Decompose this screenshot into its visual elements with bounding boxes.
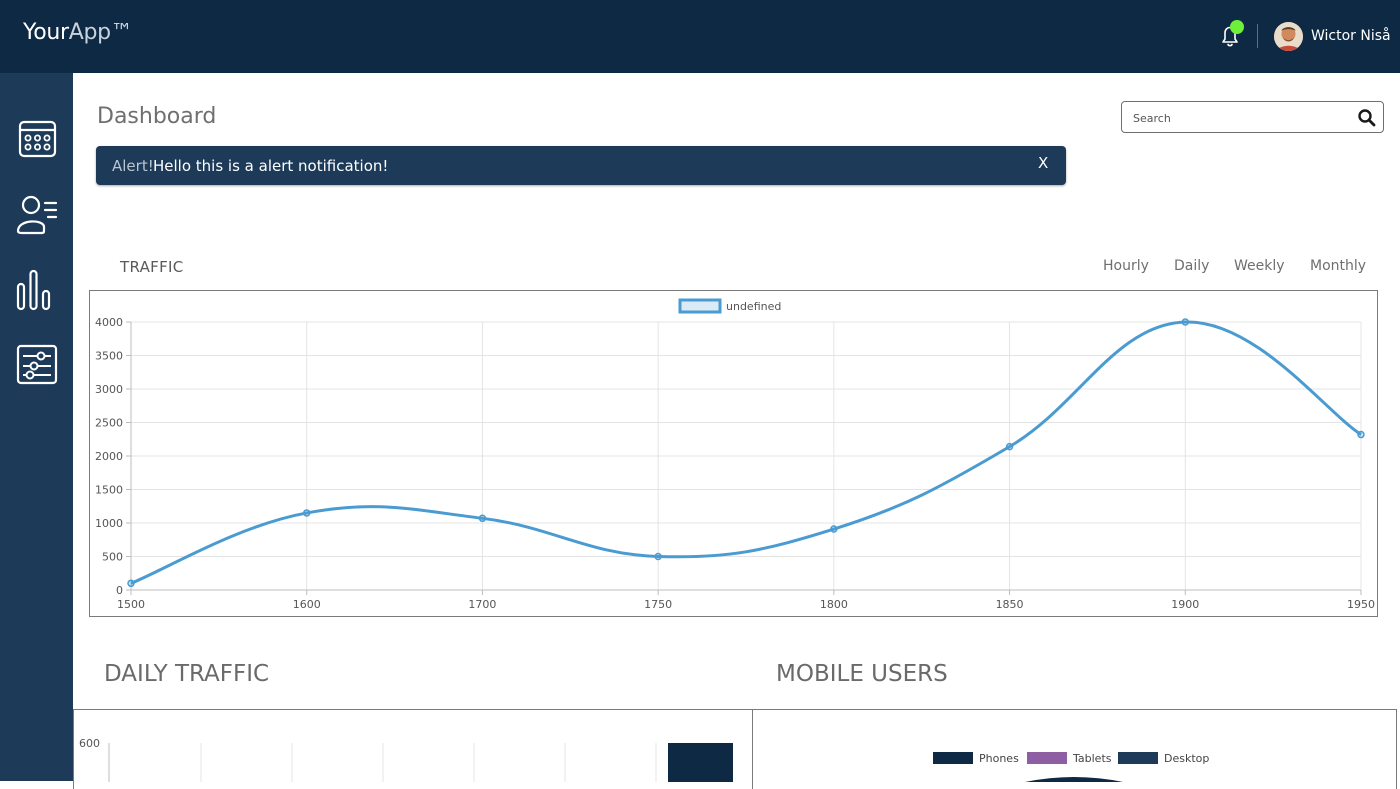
data-point bbox=[1005, 442, 1014, 451]
alert-banner: Alert! Hello this is a alert notificatio… bbox=[96, 146, 1066, 185]
legend-swatch bbox=[1027, 752, 1067, 764]
tab-hourly[interactable]: Hourly bbox=[1103, 258, 1149, 274]
y-tick-label: 2000 bbox=[95, 450, 123, 463]
x-tick-label: 1750 bbox=[644, 598, 672, 611]
series-line bbox=[130, 320, 1362, 585]
username[interactable]: Wictor Niså bbox=[1311, 28, 1391, 44]
y-tick-label: 1000 bbox=[95, 517, 123, 530]
alert-close-button[interactable]: X bbox=[1038, 154, 1048, 172]
logo-app: App™ bbox=[68, 20, 133, 45]
data-point bbox=[1181, 318, 1190, 326]
legend-label: Desktop bbox=[1164, 752, 1209, 765]
data-point bbox=[1357, 430, 1365, 439]
search-input[interactable] bbox=[1133, 109, 1348, 127]
top-header: YourApp™ Wictor Niså bbox=[0, 0, 1400, 73]
alert-strong: Alert! bbox=[112, 157, 154, 175]
pie-slice bbox=[1025, 777, 1123, 782]
tab-weekly[interactable]: Weekly bbox=[1234, 258, 1285, 274]
data-point bbox=[478, 514, 487, 523]
y-tick-label: 1500 bbox=[95, 484, 123, 497]
y-tick-label: 500 bbox=[102, 551, 123, 564]
search-box bbox=[1121, 101, 1384, 133]
y-tick-label: 3500 bbox=[95, 350, 123, 363]
search-icon[interactable] bbox=[1357, 108, 1377, 128]
data-point bbox=[302, 509, 311, 517]
settings-sliders-icon[interactable] bbox=[14, 341, 60, 387]
daily-traffic-svg: 600 bbox=[79, 737, 733, 782]
logo-main: Your bbox=[23, 20, 69, 45]
header-divider bbox=[1257, 24, 1258, 48]
users-list-icon[interactable] bbox=[14, 191, 60, 237]
mobile-users-title: MOBILE USERS bbox=[776, 661, 948, 687]
x-tick-label: 1800 bbox=[820, 598, 848, 611]
legend-label: Tablets bbox=[1072, 752, 1112, 765]
legend-label: undefined bbox=[726, 300, 781, 313]
legend-label: Phones bbox=[979, 752, 1019, 765]
avatar[interactable] bbox=[1274, 22, 1303, 51]
x-tick-label: 1950 bbox=[1347, 598, 1375, 611]
data-point bbox=[127, 579, 135, 588]
x-tick-label: 1600 bbox=[293, 598, 321, 611]
y-tick-label: 2500 bbox=[95, 417, 123, 430]
tab-monthly[interactable]: Monthly bbox=[1310, 258, 1366, 274]
legend-swatch bbox=[678, 298, 722, 314]
daily-traffic-chart: 600 bbox=[73, 709, 753, 789]
x-tick-label: 1700 bbox=[468, 598, 496, 611]
bar bbox=[668, 743, 733, 782]
bar-chart-icon[interactable] bbox=[14, 266, 60, 312]
data-point bbox=[654, 552, 662, 561]
calendar-icon[interactable] bbox=[14, 116, 60, 162]
mobile-users-svg: Phones Tablets Desktop bbox=[933, 752, 1209, 782]
x-tick-label: 1900 bbox=[1171, 598, 1199, 611]
app-logo[interactable]: YourApp™ bbox=[23, 20, 133, 45]
y-tick-label: 0 bbox=[116, 584, 123, 597]
x-tick-label: 1850 bbox=[996, 598, 1024, 611]
y-tick-label: 4000 bbox=[95, 316, 123, 329]
traffic-chart: 0 500 1000 1500 2000 2500 3000 3500 4000 1500 1600… bbox=[89, 290, 1378, 617]
x-tick-label: 1500 bbox=[117, 598, 145, 611]
page-title: Dashboard bbox=[97, 104, 217, 129]
mobile-users-chart: Phones Tablets Desktop bbox=[753, 709, 1397, 789]
y-tick-label: 3000 bbox=[95, 383, 123, 396]
data-point bbox=[830, 525, 838, 533]
notification-dot bbox=[1230, 20, 1244, 34]
legend-swatch bbox=[1118, 752, 1158, 764]
traffic-chart-svg: 0 500 1000 1500 2000 2500 3000 3500 4000 1500 1600… bbox=[95, 298, 1375, 611]
legend-swatch bbox=[933, 752, 973, 764]
alert-message: Hello this is a alert notification! bbox=[153, 157, 389, 175]
traffic-title: TRAFFIC bbox=[120, 258, 184, 276]
sidebar bbox=[0, 73, 73, 781]
daily-traffic-title: DAILY TRAFFIC bbox=[104, 661, 270, 687]
y-tick-label: 600 bbox=[79, 737, 100, 750]
tab-daily[interactable]: Daily bbox=[1174, 258, 1209, 274]
